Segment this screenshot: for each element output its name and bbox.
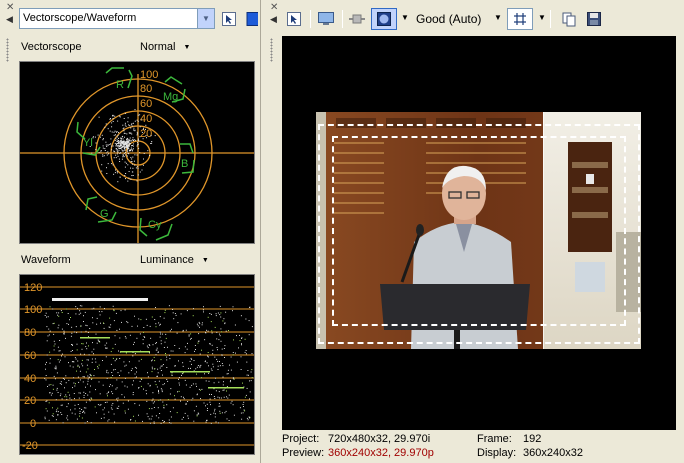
waveform-label: Waveform <box>21 254 71 266</box>
target-red-label: R <box>116 79 124 91</box>
preview-quality-value[interactable]: Good (Auto) <box>416 12 481 26</box>
video-preview-display[interactable] <box>282 36 676 430</box>
settings-icon <box>246 12 258 26</box>
panel-menu-arrow-icon[interactable]: ◀ <box>270 14 277 25</box>
close-scopes-icon[interactable]: ✕ <box>6 3 14 13</box>
panel-grip-icon[interactable] <box>6 38 9 62</box>
wave-scale-100: 100 <box>24 304 42 316</box>
grid-overlay-button[interactable] <box>507 8 533 30</box>
grid-dropdown-icon[interactable]: ▼ <box>538 13 546 22</box>
external-monitor-button[interactable] <box>315 8 337 30</box>
wave-scale-120: 120 <box>24 282 42 294</box>
save-icon <box>587 12 601 26</box>
overlays-dropdown-icon[interactable]: ▼ <box>401 13 409 22</box>
wave-scale-20: 20 <box>24 395 36 407</box>
target-yellow-label: Yl <box>83 137 93 149</box>
scope-settings-button[interactable] <box>244 8 260 30</box>
ring-label-100: 100 <box>140 69 158 81</box>
project-info-value: 720x480x32, 29.970i <box>328 433 431 445</box>
vectorscope-label: Vectorscope <box>21 41 82 53</box>
waveform-mode-select[interactable]: Luminance ▼ <box>140 254 209 266</box>
display-info: Display: 360x240x32 <box>477 447 583 459</box>
preview-info-value: 360x240x32, 29.970p <box>328 447 434 459</box>
vectorscope-mode-value: Normal <box>140 41 176 53</box>
display-info-label: Display: <box>477 447 517 459</box>
project-info: Project: 720x480x32, 29.970i <box>282 433 430 445</box>
waveform-display: 120 100 80 60 40 20 0 -20 <box>19 274 255 455</box>
monitor-icon <box>318 12 334 25</box>
vectorscope-graph: 100 80 60 40 20 R Mg B Cy G Yl <box>20 67 254 243</box>
split-screen-icon <box>349 14 365 24</box>
target-cyan-label: Cy <box>148 219 162 231</box>
scope-type-select[interactable]: Vectorscope/Waveform ▼ <box>19 8 215 29</box>
display-info-value: 360x240x32 <box>523 447 583 459</box>
wave-scale-60: 60 <box>24 350 36 362</box>
save-snapshot-button[interactable] <box>583 8 605 30</box>
chevron-down-icon: ▼ <box>201 256 209 264</box>
project-info-label: Project: <box>282 433 320 445</box>
overlays-icon <box>377 12 391 26</box>
target-magenta-label: Mg <box>163 91 178 103</box>
split-screen-button[interactable] <box>346 8 368 30</box>
panel-grip-icon[interactable] <box>270 38 273 62</box>
preview-info: Preview: 360x240x32, 29.970p <box>282 447 434 459</box>
waveform-mode-value: Luminance <box>140 254 194 266</box>
preview-info-label: Preview: <box>282 447 325 459</box>
toolbar-separator <box>342 10 343 28</box>
wave-scale-minus20: -20 <box>22 440 38 452</box>
toolbar-separator <box>550 10 551 28</box>
wave-scale-40: 40 <box>24 373 36 385</box>
frame-info-label: Frame: <box>477 433 512 445</box>
frame-info: Frame: 192 <box>477 433 541 445</box>
wave-scale-80: 80 <box>24 327 36 339</box>
title-safe-area-overlay <box>332 136 626 326</box>
preview-properties-button[interactable] <box>283 8 305 30</box>
video-preview-panel: ✕ ◀ ▼ Good (Auto) ▼ ▼ Project: 720x480x3… <box>264 0 684 463</box>
scope-type-value: Vectorscope/Waveform <box>23 12 137 24</box>
copy-icon <box>562 12 576 27</box>
close-preview-icon[interactable]: ✕ <box>270 3 278 13</box>
target-green-label: G <box>100 208 109 220</box>
toolbar-separator <box>310 10 311 28</box>
vectorscope-mode-select[interactable]: Normal ▼ <box>140 41 190 53</box>
grid-icon <box>514 13 526 25</box>
ring-label-60: 60 <box>140 98 152 110</box>
ring-label-40: 40 <box>140 113 152 125</box>
target-blue-label: B <box>181 158 188 170</box>
overlays-toggle-button[interactable] <box>371 8 397 30</box>
chevron-down-icon[interactable]: ▼ <box>197 9 214 28</box>
waveform-graph: 120 100 80 60 40 20 0 -20 <box>20 282 254 452</box>
update-scope-button[interactable] <box>218 8 240 30</box>
copy-snapshot-button[interactable] <box>558 8 580 30</box>
vectorscope-display: 100 80 60 40 20 R Mg B Cy G Yl <box>19 61 255 244</box>
panel-menu-arrow-icon[interactable]: ◀ <box>6 14 13 25</box>
wave-scale-0: 0 <box>30 418 36 430</box>
pointer-refresh-icon <box>287 12 301 26</box>
frame-info-value: 192 <box>523 433 542 445</box>
preview-quality-dropdown-icon[interactable]: ▼ <box>494 13 502 22</box>
video-scopes-panel: ✕ ◀ Vectorscope/Waveform ▼ Vectorscope N… <box>0 0 261 463</box>
ring-label-80: 80 <box>140 83 152 95</box>
chevron-down-icon: ▼ <box>183 43 191 51</box>
pointer-refresh-icon <box>222 12 236 26</box>
